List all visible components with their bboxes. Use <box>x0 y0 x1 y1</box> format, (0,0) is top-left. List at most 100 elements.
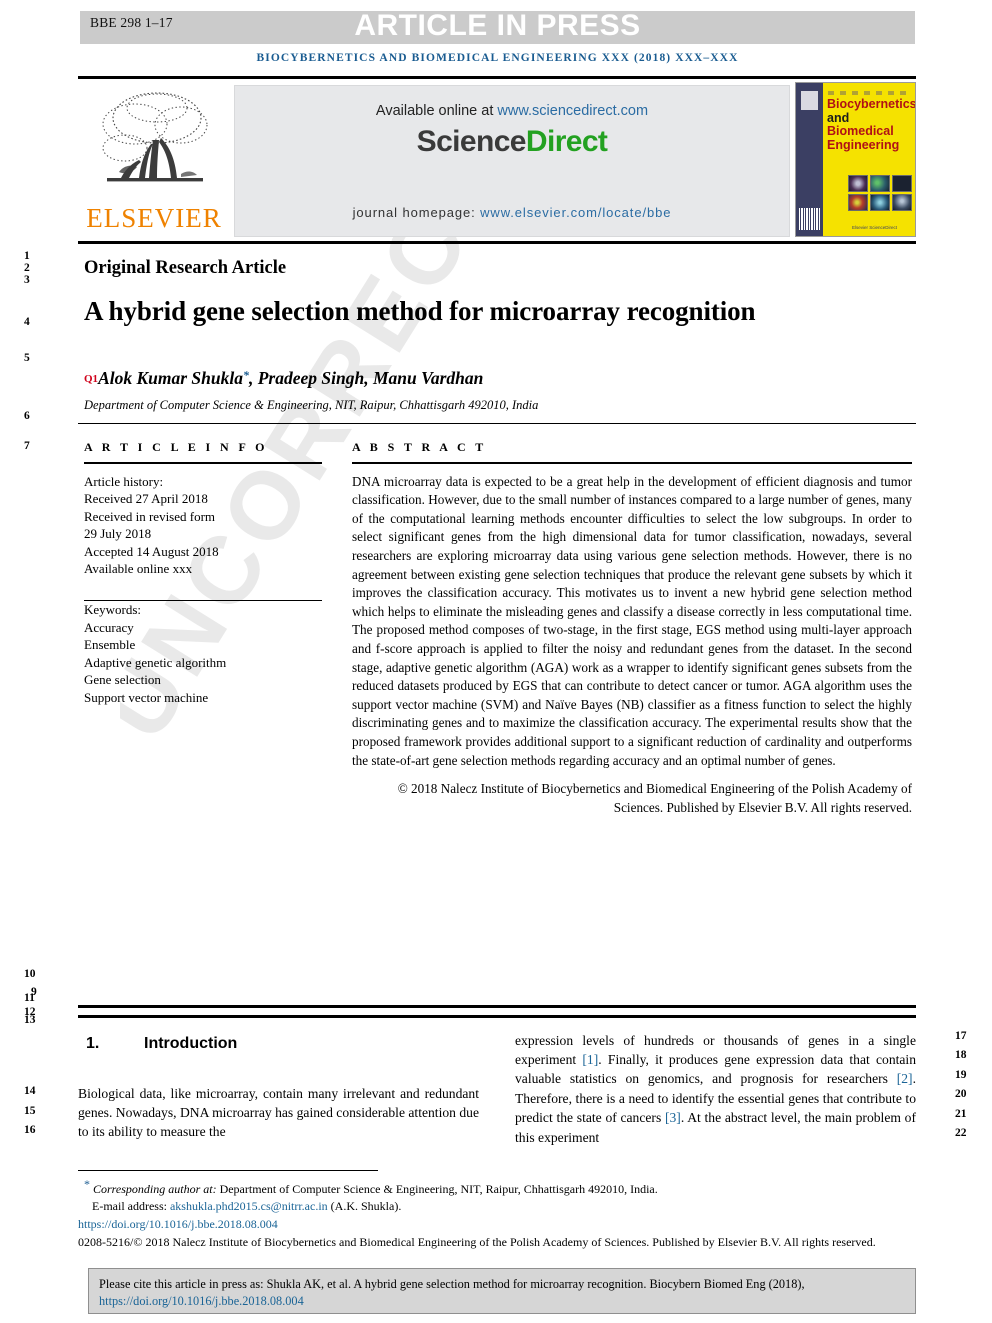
article-in-press-label: ARTICLE IN PRESS <box>354 9 641 42</box>
issn-copyright-line: 0208-5216/© 2018 Nalecz Institute of Bio… <box>78 1234 876 1249</box>
affiliation: Department of Computer Science & Enginee… <box>84 398 539 412</box>
line-number: 6 <box>24 410 30 422</box>
line-number: 14 <box>24 1085 36 1097</box>
line-number: 9 <box>31 986 37 998</box>
introduction-columns: 1. Introduction Biological data, like mic… <box>78 1018 916 1147</box>
section-number: 1. <box>86 1034 100 1052</box>
journal-homepage-link[interactable]: www.elsevier.com/locate/bbe <box>480 205 671 220</box>
section-heading: 1. Introduction <box>86 1035 479 1053</box>
article-history-label: Article history: <box>84 473 164 489</box>
available-online-line: Available online at www.sciencedirect.co… <box>235 103 789 119</box>
info-abstract-columns: A R T I C L E I N F O Article history: R… <box>78 424 916 817</box>
cover-publisher-note: Elsevier ScienceDirect <box>852 225 898 230</box>
citation-notice-box: Please cite this article in press as: Sh… <box>88 1268 916 1314</box>
reference-link-1[interactable]: [1] <box>582 1052 598 1067</box>
sciencedirect-logo-science: Science <box>416 125 527 158</box>
citation-doi-link[interactable]: https://doi.org/10.1016/j.bbe.2018.08.00… <box>99 1294 304 1308</box>
email-label: E-mail address: <box>92 1198 167 1213</box>
author-primary: Alok Kumar Shukla <box>98 368 243 388</box>
cover-title: Biocybernetics and Biomedical Engineerin… <box>827 97 916 152</box>
cover-image-grid <box>848 175 912 211</box>
line-number: 20 <box>955 1088 967 1100</box>
elsevier-tree-icon <box>95 88 213 201</box>
email-link[interactable]: akshukla.phd2015.cs@nitrr.ac.in <box>170 1199 328 1213</box>
cover-issue-line <box>828 91 911 95</box>
cover-image-2 <box>870 175 890 192</box>
line-number: 21 <box>955 1108 967 1120</box>
reference-link-3[interactable]: [3] <box>665 1110 681 1125</box>
line-number: 17 <box>955 1030 967 1042</box>
available-online-text: Available online at <box>375 103 498 119</box>
introduction-section: 1. Introduction Biological data, like mic… <box>78 1015 916 1147</box>
keywords-label: Keywords: <box>84 602 142 618</box>
line-number: 10 <box>24 968 36 980</box>
abstract-column: A B S T R A C T DNA microarray data is e… <box>346 424 916 817</box>
history-item: Received 27 April 2018 <box>84 491 208 507</box>
corresponding-author-footnote: * Corresponding author at: Department of… <box>78 1176 916 1198</box>
pre-introduction-rule <box>78 1005 916 1008</box>
article-info-heading: A R T I C L E I N F O <box>84 440 268 454</box>
doi-link[interactable]: https://doi.org/10.1016/j.bbe.2018.08.00… <box>78 1216 916 1233</box>
article-in-press-banner: BBE 298 1–17 ARTICLE IN PRESS <box>80 9 915 44</box>
journal-homepage-label: journal homepage: <box>352 205 481 220</box>
article-page: UNCORRECTED PROOF BBE 298 1–17 ARTICLE I… <box>0 0 992 1323</box>
keyword-item: Support vector machine <box>84 689 209 705</box>
cover-title-line2: and Biomedical <box>827 110 912 139</box>
citation-notice-text: Please cite this article in press as: Sh… <box>99 1277 805 1291</box>
line-number: 16 <box>24 1124 36 1136</box>
abstract-copyright: © 2018 Nalecz Institute of Biocybernetic… <box>397 781 912 815</box>
elsevier-wordmark: ELSEVIER <box>86 203 222 233</box>
line-number: 1 <box>24 250 30 262</box>
line-number: 5 <box>24 352 30 364</box>
keyword-item: Adaptive genetic algorithm <box>84 654 227 670</box>
history-item: 29 July 2018 <box>84 526 152 542</box>
corresponding-author-label: Corresponding author at: <box>93 1182 217 1196</box>
article-type-label: Original Research Article <box>84 258 287 278</box>
introduction-right-column: expression levels of hundreds or thousan… <box>515 1018 916 1147</box>
history-item: Received in revised form <box>84 508 216 524</box>
cover-title-line1: Biocybernetics <box>827 97 916 111</box>
cover-image-6 <box>892 194 912 211</box>
journal-masthead: ELSEVIER Available online at www.science… <box>78 82 916 240</box>
article-info-column: A R T I C L E I N F O Article history: R… <box>78 424 346 817</box>
line-number: 15 <box>24 1105 36 1117</box>
reference-link-2[interactable]: [2] <box>897 1071 913 1086</box>
introduction-paragraph-right: expression levels of hundreds or thousan… <box>515 1031 916 1147</box>
line-number: 18 <box>955 1049 967 1061</box>
introduction-left-column: 1. Introduction Biological data, like mic… <box>78 1018 479 1147</box>
masthead-top-rule <box>78 76 916 79</box>
cover-barcode-icon <box>799 208 820 230</box>
keyword-item: Ensemble <box>84 637 136 653</box>
keywords-block: Keywords: Accuracy Ensemble Adaptive gen… <box>84 601 346 706</box>
article-front-matter: Original Research Article A hybrid gene … <box>78 244 916 817</box>
history-item: Available online xxx <box>84 561 193 577</box>
section-title: Introduction <box>144 1034 238 1052</box>
author-list: Q1Alok Kumar Shukla*, Pradeep Singh, Man… <box>84 368 916 389</box>
journal-cover-thumbnail: Biocybernetics and Biomedical Engineerin… <box>795 82 916 237</box>
line-number: 4 <box>24 316 30 328</box>
cover-title-biomedical: Biomedical <box>827 124 894 138</box>
cover-image-4 <box>848 194 868 211</box>
keyword-item: Gene selection <box>84 672 161 688</box>
email-footnote: E-mail address: akshukla.phd2015.cs@nitr… <box>78 1198 916 1215</box>
sciencedirect-box: Available online at www.sciencedirect.co… <box>234 85 790 237</box>
footnotes-block: * Corresponding author at: Department of… <box>78 1176 916 1250</box>
line-number: 19 <box>955 1069 967 1081</box>
journal-homepage-line: journal homepage: www.elsevier.com/locat… <box>235 205 789 220</box>
cover-image-1 <box>848 175 868 192</box>
abstract-rule <box>352 462 912 464</box>
line-number: 3 <box>24 274 30 286</box>
line-number: 2 <box>24 262 30 274</box>
author-others: , Pradeep Singh, Manu Vardhan <box>248 368 484 388</box>
cover-title-and: and <box>827 110 850 125</box>
cover-title-line3: Engineering <box>827 137 900 152</box>
line-number: 7 <box>24 440 30 452</box>
introduction-paragraph-left: Biological data, like microarray, contai… <box>78 1085 479 1140</box>
footnote-separator-rule <box>78 1170 378 1171</box>
cover-image-3 <box>892 175 912 192</box>
sciencedirect-logo-direct: Direct <box>525 125 608 158</box>
sciencedirect-link[interactable]: www.sciencedirect.com <box>497 103 648 119</box>
abstract-text: DNA microarray data is expected to be a … <box>352 473 912 768</box>
history-item: Accepted 14 August 2018 <box>84 543 219 559</box>
query-marker-q1[interactable]: Q1 <box>84 373 98 385</box>
